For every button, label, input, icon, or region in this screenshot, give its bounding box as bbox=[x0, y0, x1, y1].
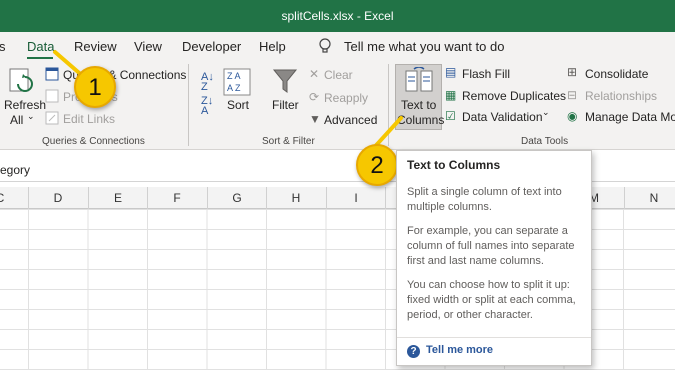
column-divider bbox=[147, 187, 148, 209]
tell-me-search[interactable]: Tell me what you want to do bbox=[344, 39, 504, 54]
filter-icon bbox=[272, 69, 298, 93]
active-tab-indicator bbox=[27, 57, 53, 59]
tooltip-divider bbox=[397, 337, 591, 338]
svg-text:A Z: A Z bbox=[227, 83, 241, 93]
sort-descending-icon[interactable]: Z↓ A bbox=[201, 96, 213, 117]
consolidate-icon: ⊞ bbox=[567, 65, 578, 79]
column-divider bbox=[624, 187, 625, 209]
column-divider bbox=[266, 187, 267, 209]
help-icon: ? bbox=[407, 345, 420, 358]
reapply-button[interactable]: Reapply bbox=[324, 91, 368, 105]
column-divider bbox=[28, 187, 29, 209]
tab-help[interactable]: Help bbox=[259, 39, 286, 54]
title-bar: splitCells.xlsx - Excel bbox=[0, 0, 675, 32]
tab-view[interactable]: View bbox=[134, 39, 162, 54]
group-label-data-tools: Data Tools bbox=[521, 136, 569, 147]
chevron-down-icon[interactable]: ⌄ bbox=[27, 111, 35, 122]
manage-data-model-icon: ◉ bbox=[567, 109, 578, 123]
clear-button[interactable]: Clear bbox=[324, 68, 353, 82]
sort-dialog-icon: Z A A Z bbox=[223, 68, 251, 96]
callout-badge-2: 2 bbox=[356, 144, 398, 186]
group-divider bbox=[188, 64, 189, 146]
data-validation-button[interactable]: Data Validation bbox=[462, 110, 543, 124]
clear-icon: ✕ bbox=[309, 67, 320, 81]
formula-bar-value: egory bbox=[0, 163, 31, 177]
edit-links-icon bbox=[45, 111, 59, 125]
remove-duplicates-icon: ▦ bbox=[445, 88, 457, 102]
text-to-columns-line2: Columns bbox=[397, 113, 445, 127]
column-header-n[interactable]: N bbox=[624, 191, 675, 205]
data-validation-icon: ☑ bbox=[445, 109, 456, 123]
column-header-h[interactable]: H bbox=[266, 191, 326, 205]
text-to-columns-tooltip: Text to Columns Split a single column of… bbox=[396, 150, 592, 366]
relationships-icon: ⊟ bbox=[567, 88, 578, 102]
column-divider bbox=[326, 187, 327, 209]
refresh-all-icon bbox=[9, 68, 33, 92]
refresh-button-line2[interactable]: All bbox=[10, 113, 23, 127]
properties-icon bbox=[45, 89, 59, 103]
flash-fill-button[interactable]: Flash Fill bbox=[462, 67, 510, 81]
column-header-e[interactable]: E bbox=[88, 191, 148, 205]
queries-connections-icon bbox=[45, 67, 59, 81]
tooltip-paragraph: You can choose how to split it up: fixed… bbox=[407, 279, 576, 321]
column-header-c[interactable]: C bbox=[0, 191, 30, 205]
column-divider bbox=[88, 187, 89, 209]
tab-formulas-partial[interactable]: s bbox=[0, 39, 6, 54]
reapply-icon: ⟳ bbox=[309, 90, 320, 104]
flash-fill-icon: ▤ bbox=[445, 65, 457, 79]
callout-badge-1: 1 bbox=[74, 66, 116, 108]
remove-duplicates-button[interactable]: Remove Duplicates bbox=[462, 89, 566, 103]
column-header-i[interactable]: I bbox=[326, 191, 386, 205]
group-divider bbox=[388, 64, 389, 146]
consolidate-button[interactable]: Consolidate bbox=[585, 67, 648, 81]
relationships-button[interactable]: Relationships bbox=[585, 89, 657, 103]
column-header-g[interactable]: G bbox=[207, 191, 267, 205]
lightbulb-icon bbox=[319, 38, 331, 53]
svg-text:Z A: Z A bbox=[227, 71, 241, 81]
chevron-down-icon[interactable]: ⌄ bbox=[542, 107, 550, 118]
text-to-columns-line1: Text to bbox=[401, 98, 437, 112]
tooltip-paragraph: For example, you can separate a column o… bbox=[407, 225, 575, 267]
manage-data-model-button[interactable]: Manage Data Mod bbox=[585, 110, 675, 124]
sort-ascending-icon[interactable]: A↓ Z bbox=[201, 72, 214, 93]
filter-button[interactable]: Filter bbox=[272, 98, 299, 112]
text-to-columns-icon bbox=[405, 67, 433, 92]
tab-developer[interactable]: Developer bbox=[182, 39, 241, 54]
edit-links-button[interactable]: Edit Links bbox=[63, 112, 115, 126]
window-title: splitCells.xlsx - Excel bbox=[281, 9, 394, 23]
tell-me-more-link[interactable]: ? Tell me more bbox=[407, 344, 493, 358]
refresh-button-line1[interactable]: Refresh bbox=[4, 98, 46, 112]
tooltip-title: Text to Columns bbox=[407, 158, 501, 172]
column-header-d[interactable]: D bbox=[28, 191, 88, 205]
column-header-f[interactable]: F bbox=[147, 191, 207, 205]
tab-data[interactable]: Data bbox=[27, 39, 54, 54]
group-label-queries: Queries & Connections bbox=[42, 136, 145, 147]
advanced-button[interactable]: Advanced bbox=[324, 113, 377, 127]
advanced-filter-icon: ▼ bbox=[309, 112, 321, 126]
tab-review[interactable]: Review bbox=[74, 39, 117, 54]
tooltip-paragraph: Split a single column of text into multi… bbox=[407, 186, 562, 213]
column-divider bbox=[207, 187, 208, 209]
sort-button[interactable]: Sort bbox=[227, 98, 249, 112]
tell-me-more-label: Tell me more bbox=[426, 344, 494, 356]
column-divider bbox=[385, 187, 386, 209]
group-label-sort-filter: Sort & Filter bbox=[262, 136, 315, 147]
